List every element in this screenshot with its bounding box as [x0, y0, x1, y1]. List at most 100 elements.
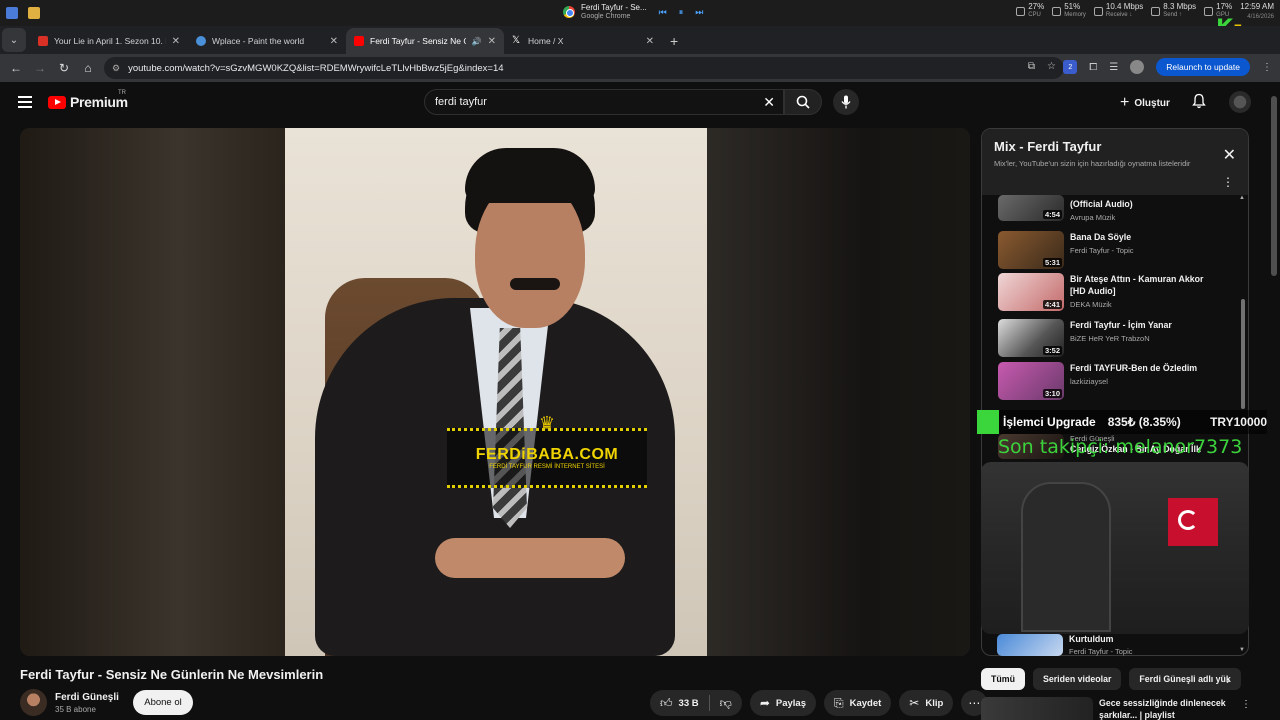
media-widget[interactable]: Ferdi Tayfur - Se... Google Chrome ⏮ ⏸ ⏭: [563, 3, 703, 21]
account-avatar[interactable]: [1229, 91, 1251, 113]
send-stat: 8.3 Mbps Send ↑: [1151, 2, 1196, 20]
item-text: Ferdi Tayfur - İçim Yanar BiZE HeR YeR T…: [1070, 319, 1210, 357]
back-icon[interactable]: ←: [4, 61, 28, 75]
scrollbar-thumb[interactable]: [1241, 299, 1245, 409]
tab-ferdi-tayfur[interactable]: Ferdi Tayfur - Sensiz Ne Gün 🔊 ✕: [346, 28, 504, 54]
video-thumbnail[interactable]: [997, 634, 1063, 656]
url-text[interactable]: youtube.com/watch?v=sGzvMGW0KZQ&list=RDE…: [128, 63, 503, 74]
youtube-premium-logo[interactable]: Premium TR: [48, 90, 128, 110]
search-query[interactable]: ferdi tayfur: [435, 96, 487, 108]
bookmark-star-icon[interactable]: ☆: [1047, 61, 1056, 72]
extensions-puzzle-icon[interactable]: ⧠: [1089, 62, 1097, 73]
voice-search-button[interactable]: [833, 89, 859, 115]
video-thumbnail[interactable]: 3:52: [998, 319, 1064, 357]
notifications-button[interactable]: [1192, 93, 1206, 114]
close-icon[interactable]: ✕: [646, 36, 654, 47]
create-button[interactable]: + Oluştur: [1120, 94, 1170, 112]
playlist-title[interactable]: Mix - Ferdi Tayfur: [994, 139, 1236, 154]
create-label: Oluştur: [1134, 97, 1170, 109]
search-button[interactable]: [784, 89, 822, 115]
folder-icon[interactable]: [28, 7, 40, 19]
hamburger-menu-icon[interactable]: [18, 96, 32, 111]
chip-all[interactable]: Tümü: [981, 668, 1025, 690]
receive-value: 10.4 Mbps: [1105, 2, 1144, 11]
video-thumbnail[interactable]: 4:41: [998, 273, 1064, 311]
chevron-right-icon[interactable]: ›: [1226, 673, 1230, 687]
playlist-item[interactable]: 4:54 (Official Audio) Avrupa Müzik: [998, 195, 1228, 222]
menu-kebab-icon[interactable]: ⋮: [1262, 62, 1272, 73]
video-thumbnail[interactable]: [981, 697, 1093, 720]
previous-track-icon[interactable]: ⏮: [659, 7, 667, 18]
media-info: Ferdi Tayfur - Se... Google Chrome: [581, 3, 647, 21]
channel-name[interactable]: Ferdi Güneşli: [55, 692, 119, 703]
profile-avatar[interactable]: [1130, 60, 1145, 74]
forward-icon[interactable]: →: [28, 61, 52, 75]
scroll-up-icon[interactable]: ▲: [1239, 195, 1245, 201]
next-track-icon[interactable]: ⏭: [695, 7, 703, 18]
clear-search-icon[interactable]: ✕: [763, 94, 775, 111]
speaker-icon[interactable]: 🔊: [472, 37, 482, 46]
chip-series[interactable]: Seriden videolar: [1032, 668, 1122, 690]
extension-icon[interactable]: 2: [1063, 60, 1078, 74]
tab-search-button[interactable]: ⌄: [2, 28, 26, 52]
new-tab-button[interactable]: +: [670, 33, 678, 49]
close-icon[interactable]: ✕: [330, 36, 338, 47]
clip-button[interactable]: ✂ Klip: [899, 690, 954, 716]
tab-wplace[interactable]: Wplace - Paint the world ✕: [188, 28, 346, 54]
item-text: Ferdi TAYFUR-Ben de Özledim lazkiziaysel: [1070, 362, 1210, 400]
search-input[interactable]: ferdi tayfur ✕: [424, 89, 784, 115]
chip-channel[interactable]: Ferdi Güneşli adlı yük: [1129, 668, 1241, 690]
clock-time: 12:59 AM: [1240, 2, 1274, 11]
more-vertical-icon[interactable]: ⋮: [1222, 175, 1234, 189]
tab-home-x[interactable]: 𝕏 Home / X ✕: [504, 28, 662, 54]
close-icon[interactable]: ✕: [488, 36, 496, 47]
video-actions: 👍︎ 33 B 👎︎ ➦ Paylaş ⎘ Kaydet ✂ Klip ⋯: [650, 690, 988, 716]
webcam-overlay: [981, 462, 1249, 634]
hair-top-shape: [465, 148, 595, 203]
duration-badge: 3:10: [1042, 389, 1062, 398]
item-channel: Ferdi Tayfur - Topic: [1070, 246, 1134, 255]
pause-icon[interactable]: ⏸: [679, 7, 684, 18]
site-info-icon[interactable]: ⚙: [112, 63, 120, 74]
playlist-item[interactable]: 3:10 Ferdi TAYFUR-Ben de Özledim lazkizi…: [998, 362, 1228, 400]
video-thumbnail[interactable]: 3:10: [998, 362, 1064, 400]
close-icon[interactable]: ✕: [1223, 145, 1236, 165]
goal-label: İşlemci Upgrade: [1003, 415, 1096, 429]
video-thumbnail[interactable]: 4:54: [998, 195, 1064, 221]
video-player[interactable]: ♛ FERDiBABA.COM FERDİ TAYFUR RESMİ İNTER…: [20, 128, 970, 656]
video-thumbnail[interactable]: 5:31: [998, 231, 1064, 269]
relaunch-button[interactable]: Relaunch to update: [1156, 58, 1250, 76]
close-icon[interactable]: ✕: [172, 36, 180, 47]
reload-icon[interactable]: ↻: [52, 61, 76, 75]
recommended-video[interactable]: Gece sessizliğinde dinlenecek şarkılar..…: [981, 697, 1251, 720]
bookmark-icon: ⎘: [834, 695, 844, 710]
item-channel: Ferdi Tayfur - Topic: [1069, 647, 1133, 656]
page-scrollbar[interactable]: [1271, 86, 1277, 720]
item-title: Bir Ateşe Attın - Kamuran Akkor [HD Audi…: [1070, 274, 1204, 296]
playlist-item[interactable]: 4:41 Bir Ateşe Attın - Kamuran Akkor [HD…: [998, 273, 1228, 311]
like-button[interactable]: 👍︎ 33 B: [650, 690, 709, 716]
video-watermark: ♛ FERDiBABA.COM FERDİ TAYFUR RESMİ İNTER…: [447, 414, 647, 488]
install-app-icon[interactable]: ⧉: [1028, 61, 1035, 72]
filter-chips: Tümü Seriden videolar Ferdi Güneşli adlı…: [981, 668, 1241, 690]
toolbar-right: 2 ⧠ ☰ Relaunch to update ⋮: [1063, 58, 1272, 76]
channel-avatar[interactable]: [20, 689, 47, 716]
playlist-item[interactable]: 5:31 Bana Da Söyle Ferdi Tayfur - Topic: [998, 231, 1228, 269]
reading-list-icon[interactable]: ☰: [1109, 62, 1118, 73]
playlist-item[interactable]: Kurtuldum Ferdi Tayfur - Topic: [997, 634, 1133, 656]
home-icon[interactable]: ⌂: [76, 61, 100, 75]
clock[interactable]: 12:59 AM 4/16/2026: [1240, 2, 1280, 22]
more-vertical-icon[interactable]: ⋮: [1241, 699, 1251, 710]
scrollbar-thumb[interactable]: [1271, 96, 1277, 276]
playlist-item[interactable]: 3:52 Ferdi Tayfur - İçim Yanar BiZE HeR …: [998, 319, 1228, 357]
tab-favicon: [196, 36, 206, 46]
app-icon[interactable]: [6, 7, 18, 19]
cpu-value: 27%: [1028, 2, 1045, 11]
address-bar[interactable]: ⚙ youtube.com/watch?v=sGzvMGW0KZQ&list=R…: [104, 57, 1064, 79]
scroll-down-icon[interactable]: ▼: [1239, 647, 1245, 653]
dislike-button[interactable]: 👎︎: [710, 690, 742, 716]
subscribe-button[interactable]: Abone ol: [133, 690, 193, 715]
tab-your-lie-in-april[interactable]: Your Lie in April 1. Sezon 10. Bö ✕: [30, 28, 188, 54]
share-button[interactable]: ➦ Paylaş: [749, 690, 816, 716]
save-button[interactable]: ⎘ Kaydet: [824, 690, 892, 716]
